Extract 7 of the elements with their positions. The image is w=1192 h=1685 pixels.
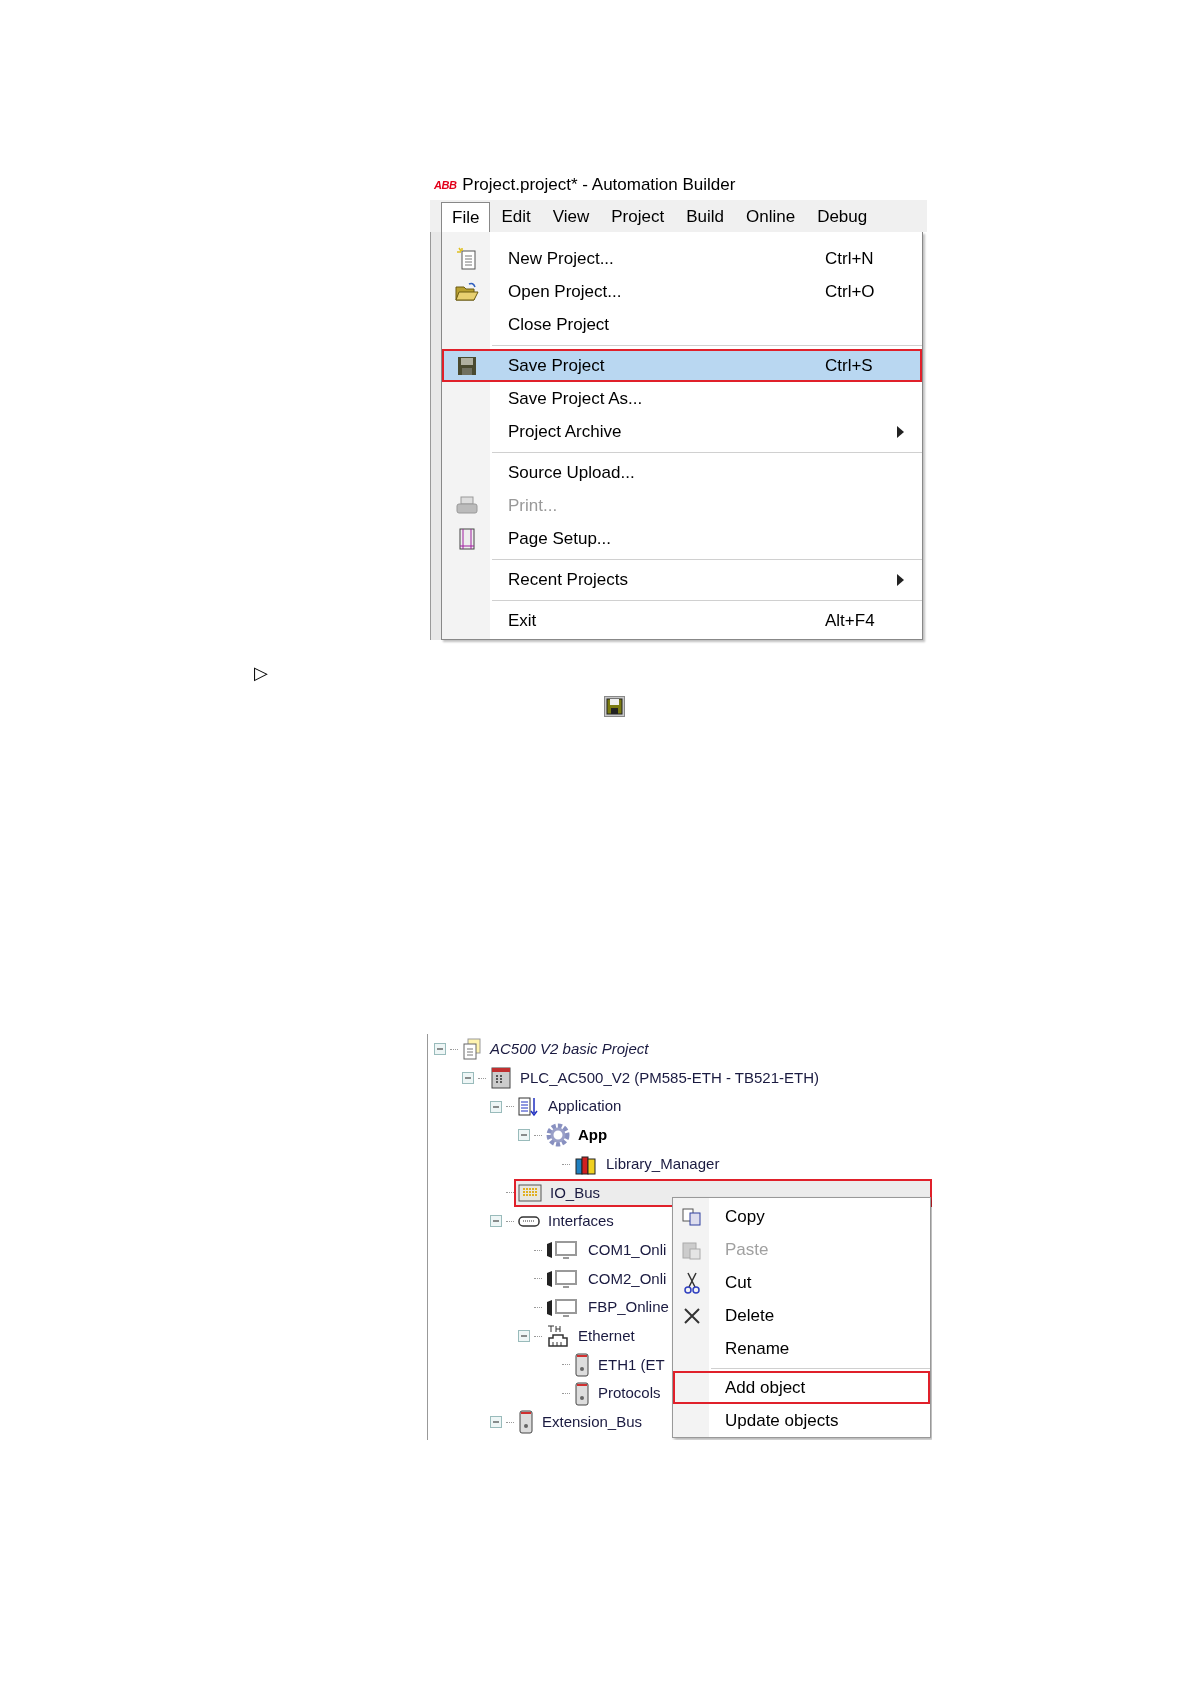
shortcut-label: Alt+F4 <box>825 609 876 632</box>
shortcut-label: Ctrl+O <box>825 280 876 303</box>
bullet: ▷ <box>254 663 268 683</box>
window-title: Project.project* - Automation Builder <box>462 174 736 197</box>
logo: ABB <box>434 177 457 193</box>
shortcut-label: Ctrl+N <box>825 247 875 270</box>
shortcut-label: Ctrl+S <box>825 354 874 377</box>
